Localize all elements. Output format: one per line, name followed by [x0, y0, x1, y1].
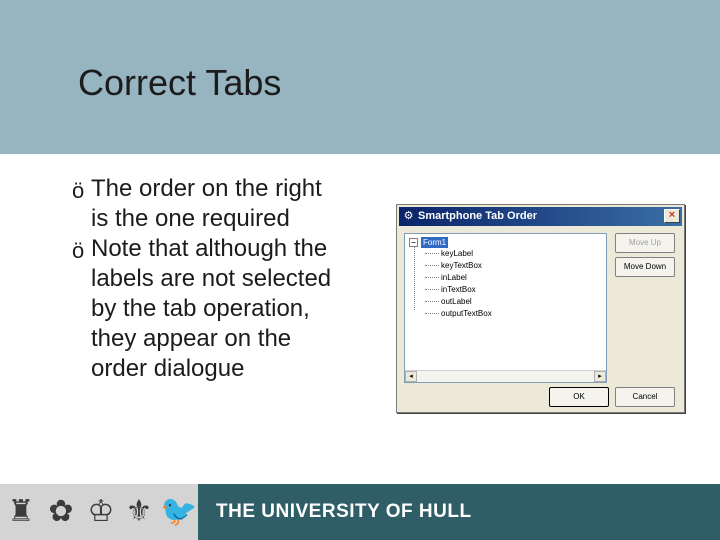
- ok-button[interactable]: OK: [549, 387, 609, 407]
- bullet-icon: ö: [72, 178, 85, 203]
- fleur-de-lis-crest-icon: ⚜: [125, 495, 153, 528]
- tree-item[interactable]: keyTextBox: [425, 260, 482, 272]
- bullet-icon: ö: [72, 238, 85, 263]
- collapse-icon[interactable]: −: [409, 237, 418, 247]
- tree-item[interactable]: outLabel: [425, 296, 472, 308]
- scroll-left-icon[interactable]: ◂: [405, 371, 417, 382]
- crest-strip: ♜ ✿ ♔ ⚜ 🐦: [0, 484, 198, 540]
- dialog-titlebar[interactable]: ⚙ Smartphone Tab Order ×: [399, 207, 682, 226]
- horizontal-scrollbar[interactable]: ◂ ▸: [405, 370, 606, 382]
- slide-title: Correct Tabs: [78, 62, 282, 103]
- scroll-right-icon[interactable]: ▸: [594, 371, 606, 382]
- app-gear-icon: ⚙: [403, 210, 414, 222]
- bullet-item: ö The order on the right is the one requ…: [72, 174, 342, 234]
- move-up-button[interactable]: Move Up: [615, 233, 675, 253]
- tree-connector-line: [414, 247, 415, 310]
- tree-item[interactable]: outputTextBox: [425, 308, 492, 320]
- cancel-button[interactable]: Cancel: [615, 387, 675, 407]
- tree-root-label[interactable]: Form1: [421, 236, 449, 248]
- tab-order-dialog: ⚙ Smartphone Tab Order × − Form1 keyLabe…: [396, 204, 685, 413]
- university-name: THE UNIVERSITY OF HULL: [216, 501, 472, 522]
- tree-item[interactable]: inTextBox: [425, 284, 476, 296]
- dialog-title: Smartphone Tab Order: [418, 210, 537, 222]
- bird-crest-icon: 🐦: [160, 495, 198, 528]
- bullet-list: ö The order on the right is the one requ…: [72, 174, 342, 384]
- crown-crest-icon: ♔: [87, 495, 115, 528]
- tree-item[interactable]: inLabel: [425, 272, 467, 284]
- tab-order-tree[interactable]: − Form1 keyLabel keyTextBox inLabel inTe…: [404, 233, 607, 383]
- tower-crest-icon: ♜: [7, 495, 35, 528]
- footer-band: ♜ ✿ ♔ ⚜ 🐦 THE UNIVERSITY OF HULL: [0, 484, 720, 540]
- bullet-item: ö Note that although the labels are not …: [72, 234, 342, 384]
- bullet-text: The order on the right is the one requir…: [91, 175, 322, 232]
- move-down-button[interactable]: Move Down: [615, 257, 675, 277]
- close-button[interactable]: ×: [664, 209, 680, 223]
- bullet-text: Note that although the labels are not se…: [91, 235, 332, 382]
- rose-crest-icon: ✿: [48, 495, 74, 528]
- tree-item[interactable]: keyLabel: [425, 248, 473, 260]
